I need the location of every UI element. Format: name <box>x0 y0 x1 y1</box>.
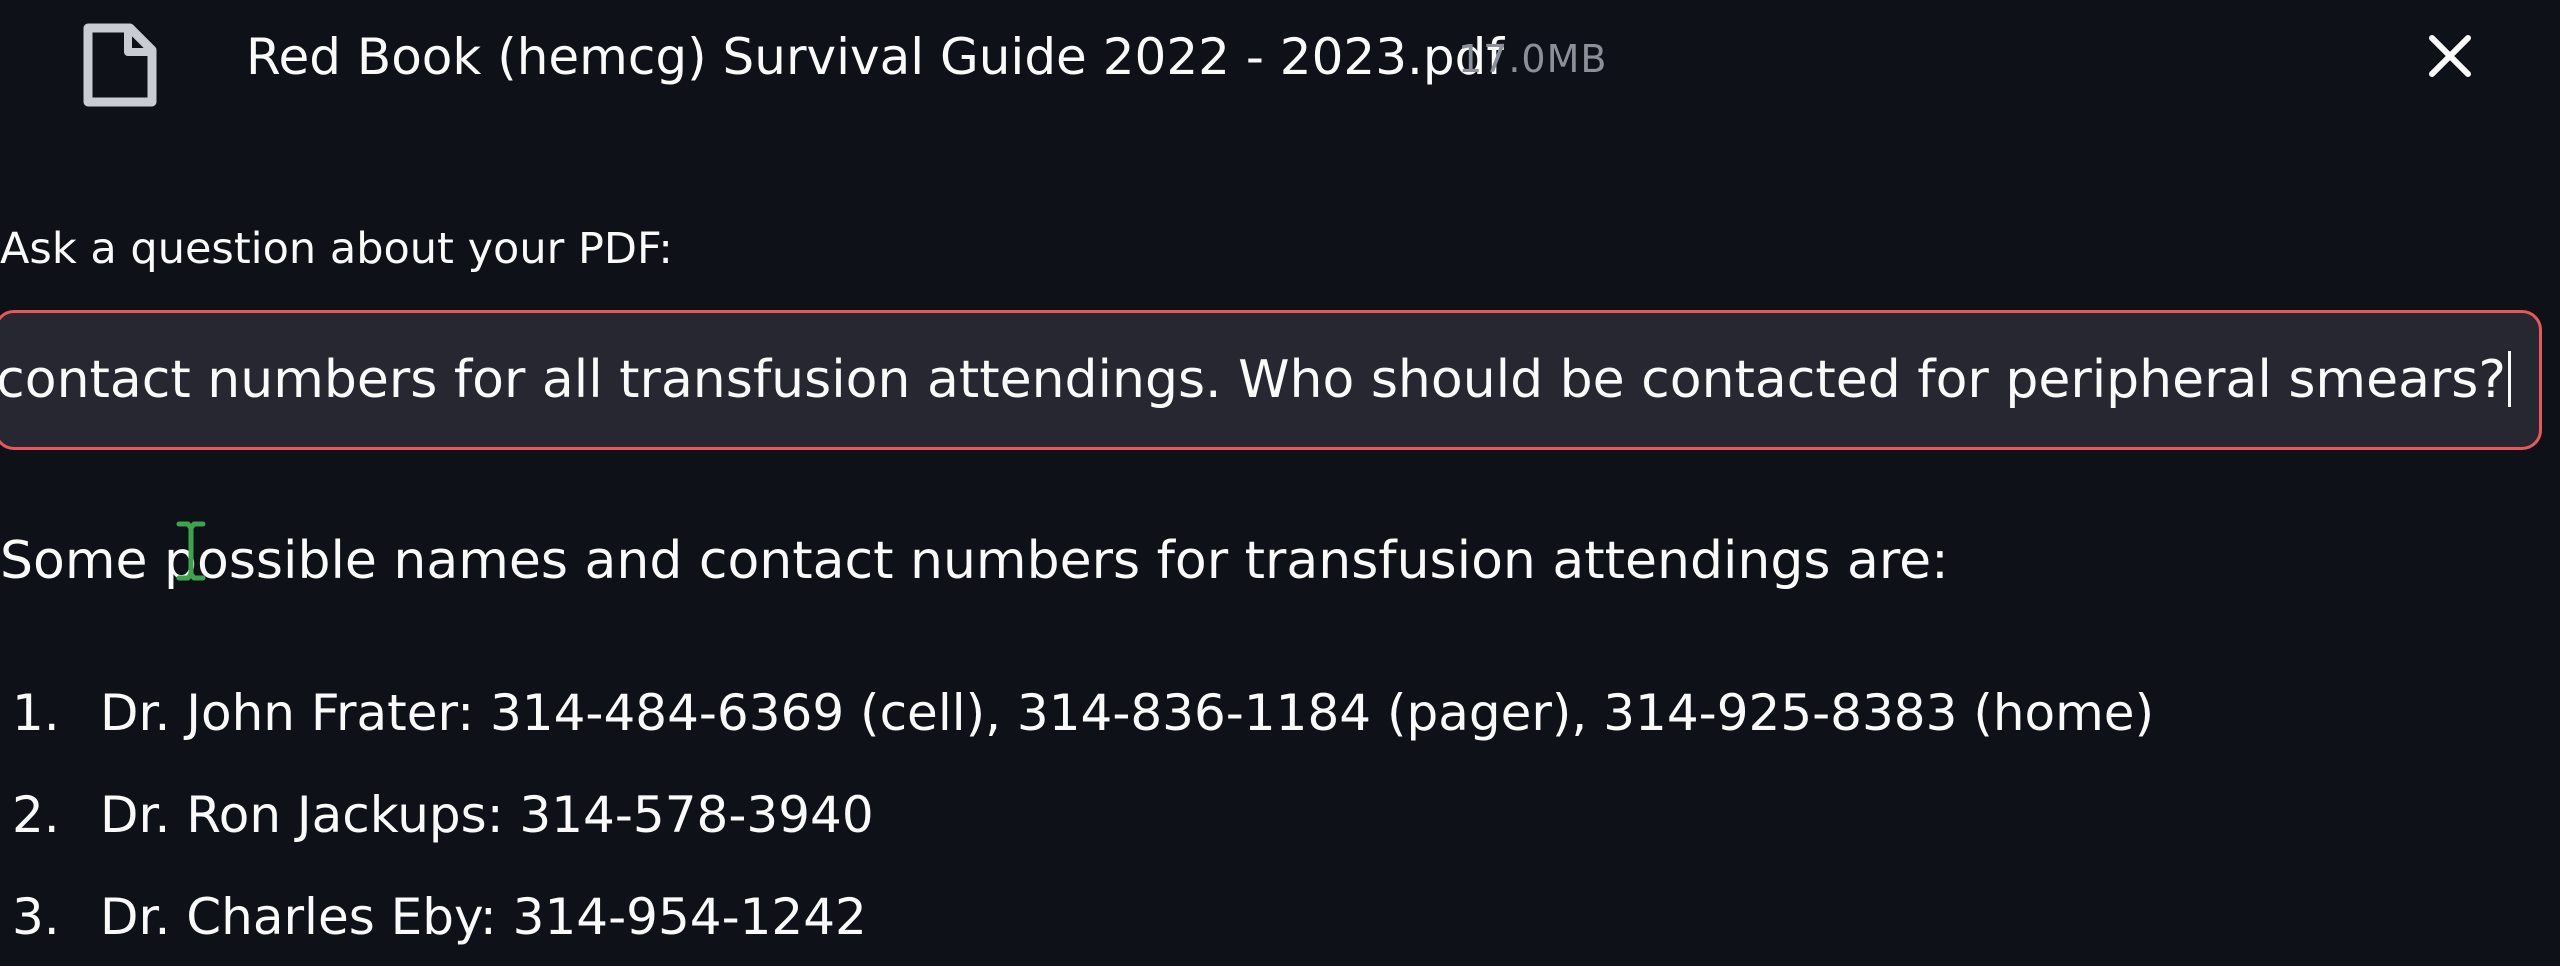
answer-intro: Some possible names and contact numbers … <box>0 531 1949 591</box>
question-input-text[interactable]: Provide names and contact numbers for al… <box>0 313 2539 447</box>
file-name: Red Book (hemcg) Survival Guide 2022 - 2… <box>246 28 1505 86</box>
text-caret <box>2508 351 2511 407</box>
answer-item-text: Dr. John Frater: 314-484-6369 (cell), 31… <box>100 684 2155 742</box>
answer-item-text: Dr. Ron Jackups: 314-578-3940 <box>100 786 874 844</box>
answer-item-text: Dr. Charles Eby: 314-954-1242 <box>100 888 867 946</box>
file-icon <box>82 22 158 108</box>
pdf-qa-page: Red Book (hemcg) Survival Guide 2022 - 2… <box>0 0 2560 966</box>
question-label: Ask a question about your PDF: <box>0 224 673 274</box>
text-cursor-icon <box>176 520 206 582</box>
answer-item-number: 3. <box>12 888 60 946</box>
answer-item-number: 1. <box>12 684 60 742</box>
file-size: 17.0MB <box>1458 37 1608 81</box>
question-input[interactable]: Provide names and contact numbers for al… <box>0 310 2542 450</box>
answer-item-number: 2. <box>12 786 60 844</box>
close-icon[interactable] <box>2420 26 2480 86</box>
